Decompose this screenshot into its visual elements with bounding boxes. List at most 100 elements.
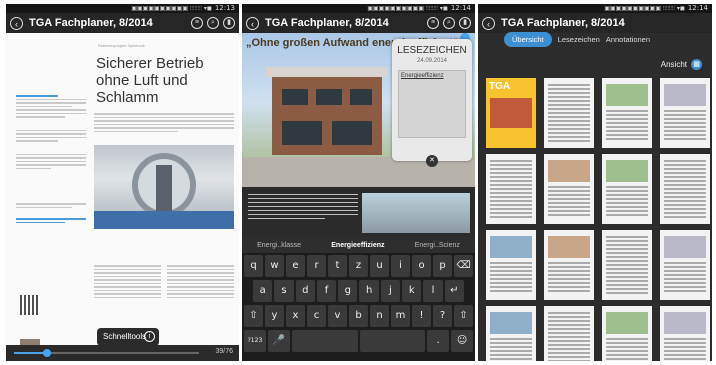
- key-row1-1[interactable]: w: [265, 255, 284, 277]
- page-thumbnail[interactable]: [544, 230, 594, 300]
- suggestion-3[interactable]: Energi..Scienz: [415, 242, 460, 249]
- article-headline: Sicherer Betrieb ohne Luft und Schlamm: [96, 55, 204, 106]
- page-thumbnail[interactable]: [486, 306, 536, 361]
- bookmark-screen: ▣▣▣▣▣▣▣▣▣▣ ⫶⫶⫶⫶⫶⫶⫶⫶ ▾◼ 12:14 ‹ TGA Fachp…: [242, 4, 475, 361]
- page-thumbnail[interactable]: [660, 78, 710, 148]
- back-icon[interactable]: ‹: [482, 16, 495, 30]
- key-row4-4[interactable]: .: [427, 330, 450, 352]
- progress-fill: [14, 352, 48, 354]
- article-dark-section: [242, 187, 475, 237]
- quick-tools-popup[interactable]: Schnelltools i: [97, 328, 159, 346]
- progress-track[interactable]: [14, 349, 199, 357]
- key-row3-2[interactable]: x: [286, 305, 305, 327]
- key-row2-7[interactable]: k: [402, 280, 422, 302]
- status-bar: ▣▣▣▣▣▣▣▣▣▣ ⫶⫶⫶⫶⫶⫶⫶⫶ ▾◼ 12:14: [478, 4, 712, 13]
- page-thumbnail[interactable]: [544, 78, 594, 148]
- key-row1-2[interactable]: e: [286, 255, 305, 277]
- key-row1-5[interactable]: z: [349, 255, 368, 277]
- status-icons: ▣▣▣▣▣▣▣▣▣▣ ⫶⫶⫶⫶⫶⫶⫶⫶ ▾◼: [131, 5, 212, 12]
- view-grid-icon[interactable]: ▦: [691, 59, 702, 70]
- key-row4-5[interactable]: ☺: [451, 330, 474, 352]
- key-row3-5[interactable]: b: [349, 305, 368, 327]
- key-row1-10[interactable]: ⌫: [454, 255, 473, 277]
- page-thumbnail[interactable]: [486, 230, 536, 300]
- sidebar-text: [16, 93, 86, 225]
- list-icon[interactable]: ≡: [191, 17, 203, 29]
- progress-handle[interactable]: [43, 349, 52, 357]
- key-row1-3[interactable]: r: [307, 255, 326, 277]
- page-thumbnail[interactable]: [486, 154, 536, 224]
- keyboard-suggestions: Energi..klasse Energieeffizienz Energi..…: [242, 237, 475, 253]
- key-row1-8[interactable]: o: [412, 255, 431, 277]
- key-row3-1[interactable]: y: [265, 305, 284, 327]
- key-row3-9[interactable]: ?: [433, 305, 452, 327]
- key-row3-3[interactable]: c: [307, 305, 326, 327]
- app-title: TGA Fachplaner, 8/2014: [265, 17, 389, 29]
- key-row2-4[interactable]: g: [338, 280, 358, 302]
- page-thumbnail[interactable]: [602, 230, 652, 300]
- key-row3-4[interactable]: v: [328, 305, 347, 327]
- key-row1-0[interactable]: q: [244, 255, 263, 277]
- key-row4-0[interactable]: ?123: [244, 330, 266, 352]
- overview-screen: ▣▣▣▣▣▣▣▣▣▣ ⫶⫶⫶⫶⫶⫶⫶⫶ ▾◼ 12:14 ‹ TGA Fachp…: [478, 4, 712, 361]
- bookmark-note-field[interactable]: Energieeffizienz: [398, 70, 466, 138]
- key-row2-2[interactable]: d: [295, 280, 315, 302]
- back-icon[interactable]: ‹: [10, 16, 23, 30]
- tab-overview[interactable]: Übersicht: [504, 31, 552, 47]
- bookmark-icon[interactable]: ▮: [459, 17, 471, 29]
- key-row2-9[interactable]: ↵: [444, 280, 464, 302]
- key-row1-9[interactable]: p: [433, 255, 452, 277]
- qr-code: [20, 295, 40, 315]
- key-row1-6[interactable]: u: [370, 255, 389, 277]
- suggestion-2[interactable]: Energieeffizienz: [331, 242, 384, 249]
- page-progress-bar[interactable]: 39/76: [6, 345, 239, 361]
- tab-bookmarks[interactable]: Lesezeichen: [558, 35, 600, 44]
- view-label: Ansicht: [660, 60, 687, 69]
- app-bar: ‹ TGA Fachplaner, 8/2014 ≡ ⌕ ▮: [242, 13, 475, 33]
- page-thumbnail[interactable]: [544, 306, 594, 361]
- page-thumbnail[interactable]: [660, 154, 710, 224]
- back-icon[interactable]: ‹: [246, 16, 259, 30]
- key-row3-8[interactable]: !: [412, 305, 431, 327]
- page-thumbnail[interactable]: [602, 306, 652, 361]
- list-icon[interactable]: ≡: [427, 17, 439, 29]
- page-thumbnail[interactable]: [544, 154, 594, 224]
- overview-tabs: Übersicht Lesezeichen Annotationen: [478, 29, 712, 49]
- close-icon[interactable]: ✕: [426, 155, 438, 167]
- page-thumbnail[interactable]: [602, 78, 652, 148]
- key-row1-4[interactable]: t: [328, 255, 347, 277]
- bookmark-title: LESEZEICHEN: [397, 45, 467, 56]
- page-thumbnail[interactable]: [660, 306, 710, 361]
- key-row3-0[interactable]: ⇧: [244, 305, 263, 327]
- suggestion-1[interactable]: Energi..klasse: [257, 242, 301, 249]
- key-row2-0[interactable]: a: [253, 280, 273, 302]
- article-body: [94, 263, 234, 300]
- search-icon[interactable]: ⌕: [207, 17, 219, 29]
- key-row1-7[interactable]: i: [391, 255, 410, 277]
- key-row2-5[interactable]: h: [359, 280, 379, 302]
- key-row4-3[interactable]: [359, 330, 426, 352]
- key-row2-3[interactable]: f: [316, 280, 337, 302]
- page-thumbnail[interactable]: [602, 154, 652, 224]
- bookmark-date: 24.09.2014: [416, 58, 448, 64]
- app-bar: ‹ TGA Fachplaner, 8/2014 ≡ ⌕ ▮: [6, 13, 239, 33]
- bookmark-icon[interactable]: ▮: [223, 17, 235, 29]
- key-row2-6[interactable]: j: [380, 280, 401, 302]
- status-time: 12:14: [687, 4, 708, 12]
- page-thumbnail[interactable]: [660, 230, 710, 300]
- page-thumbnail[interactable]: TGA: [486, 78, 536, 148]
- tab-annotations[interactable]: Annotationen: [606, 35, 650, 44]
- info-icon[interactable]: i: [144, 331, 155, 342]
- page-indicator: 39/76: [215, 348, 233, 355]
- key-row4-2[interactable]: [291, 330, 358, 352]
- key-row3-6[interactable]: n: [370, 305, 389, 327]
- article-photo: [94, 145, 234, 229]
- key-row3-7[interactable]: m: [391, 305, 410, 327]
- key-row3-10[interactable]: ⇧: [454, 305, 473, 327]
- key-row2-1[interactable]: s: [274, 280, 294, 302]
- search-icon[interactable]: ⌕: [443, 17, 455, 29]
- view-toggle[interactable]: Ansicht ▦: [661, 59, 702, 70]
- key-row2-8[interactable]: l: [423, 280, 443, 302]
- reader-screen: ▣▣▣▣▣▣▣▣▣▣ ⫶⫶⫶⫶⫶⫶⫶⫶ ▾◼ 12:13 ‹ TGA Fachp…: [6, 4, 239, 361]
- key-row4-1[interactable]: 🎤: [267, 330, 290, 352]
